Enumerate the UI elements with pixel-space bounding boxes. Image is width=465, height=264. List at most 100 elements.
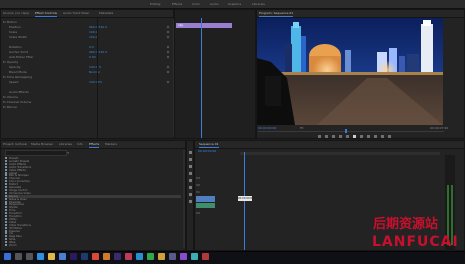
timeline-track[interactable]: V2 (196, 182, 444, 189)
audio-clip[interactable] (196, 203, 215, 208)
folder-icon[interactable] (158, 253, 165, 260)
task-view-icon[interactable] (26, 253, 33, 260)
tab-markers[interactable]: Markers (105, 141, 117, 148)
workspace-tab-audio[interactable]: Audio (210, 1, 219, 7)
tab-effect-controls[interactable]: Effect Controls (35, 10, 57, 17)
export-frame-icon[interactable] (388, 135, 391, 138)
effect-property-row[interactable]: Scale 100.0 (3, 30, 173, 34)
effect-property-row[interactable]: Position 960.0 540.0 (3, 25, 173, 29)
effect-property-value[interactable]: 100.0 % (89, 65, 101, 69)
effects-search-input[interactable] (5, 150, 67, 156)
step-forward-icon[interactable] (360, 135, 363, 138)
tab-source[interactable]: Source: (no clips) (3, 10, 29, 17)
effect-property-row[interactable]: Blend Mode Normal (3, 70, 173, 74)
slip-tool-icon[interactable] (189, 179, 192, 182)
effect-property-row[interactable]: Rotation 0.0 (3, 45, 173, 49)
keyframe-toggle-icon[interactable] (166, 70, 170, 74)
effect-property-value[interactable]: 960.0 540.0 (89, 50, 107, 54)
program-scrub-bar[interactable] (258, 131, 444, 132)
program-fit-dropdown[interactable]: Fit (300, 126, 304, 130)
pen-tool-icon[interactable] (189, 186, 192, 189)
tab-project[interactable]: Project: lanfucai (3, 141, 27, 148)
wechat-icon[interactable] (147, 253, 154, 260)
premiere-icon[interactable] (70, 253, 77, 260)
extract-icon[interactable] (381, 135, 384, 138)
keyframe-toggle-icon[interactable] (166, 65, 170, 69)
keyframe-toggle-icon[interactable] (166, 45, 170, 49)
effect-property-row[interactable] (3, 40, 173, 44)
effect-property-row[interactable]: Audio Effects (3, 90, 173, 94)
type-tool-icon[interactable] (189, 200, 192, 203)
timeline-track[interactable]: V3 (196, 175, 444, 182)
effect-property-row[interactable]: fx Channel Volume (3, 100, 173, 104)
effect-property-row[interactable]: fx Panner (3, 105, 173, 109)
timeline-track[interactable]: A3 (196, 210, 444, 217)
lift-icon[interactable] (374, 135, 377, 138)
track-label[interactable]: V1 (196, 189, 200, 196)
tab-metadata[interactable]: Metadata (99, 10, 113, 17)
keyframe-toggle-icon[interactable] (166, 80, 170, 84)
track-label[interactable]: A3 (196, 210, 200, 217)
timeline-track[interactable]: A1 (196, 196, 444, 203)
effect-property-value[interactable]: 960.0 540.0 (89, 25, 107, 29)
store-icon[interactable] (59, 253, 66, 260)
effects-tree-item[interactable]: Zoom (5, 244, 181, 247)
tool-icon[interactable] (169, 253, 176, 260)
program-monitor-title[interactable]: Program: Sequence 01 (259, 10, 294, 17)
effect-property-row[interactable]: Opacity 100.0 % (3, 65, 173, 69)
effect-property-row[interactable]: Scale Width 100.0 (3, 35, 173, 39)
keyframe-toggle-icon[interactable] (166, 25, 170, 29)
photoshop-icon[interactable] (81, 253, 88, 260)
effect-property-row[interactable]: fx Time Remapping (3, 75, 173, 79)
tab-info[interactable]: Info (77, 141, 83, 148)
ec-playhead[interactable] (201, 18, 202, 138)
tab-libraries[interactable]: Libraries (59, 141, 72, 148)
chrome-icon[interactable] (92, 253, 99, 260)
mark-in-icon[interactable] (325, 135, 328, 138)
track-label[interactable]: V2 (196, 182, 200, 189)
track-select-tool-icon[interactable] (189, 158, 192, 161)
timeline-track[interactable]: A2 (196, 203, 444, 210)
keyframe-toggle-icon[interactable] (166, 50, 170, 54)
qq-icon[interactable] (136, 253, 143, 260)
tab-sequence-01[interactable]: Sequence 01 (199, 141, 219, 148)
tab-audio-mixer[interactable]: Audio Track Mixer (63, 10, 89, 17)
app-icon[interactable] (180, 253, 187, 260)
workspace-tab-effects[interactable]: Effects (172, 1, 182, 7)
step-back-icon[interactable] (346, 135, 349, 138)
timeline-timecode[interactable]: 00:00:00:00 (198, 149, 216, 154)
program-playhead[interactable] (345, 129, 347, 133)
keyframe-toggle-icon[interactable] (166, 35, 170, 39)
effect-property-value[interactable]: 100.00% (89, 80, 102, 84)
start-icon[interactable] (4, 253, 11, 260)
explorer-icon[interactable] (48, 253, 55, 260)
workspace-tab-editing[interactable]: Editing (150, 1, 160, 7)
effect-property-value[interactable]: Normal (89, 70, 100, 74)
track-label[interactable]: V3 (196, 175, 200, 182)
search-icon[interactable] (15, 253, 22, 260)
workspace-tab-graphics[interactable]: Graphics (228, 1, 241, 7)
effect-property-row[interactable] (3, 85, 173, 89)
effect-property-row[interactable]: Anti-flicker Filter 0.00 (3, 55, 173, 59)
ae-icon[interactable] (114, 253, 121, 260)
tab-media-browser[interactable]: Media Browser (31, 141, 53, 148)
effect-property-row[interactable]: fx Opacity (3, 60, 173, 64)
timeline-ruler[interactable] (240, 152, 440, 155)
video-clip[interactable] (196, 196, 215, 202)
effect-property-value[interactable]: 0.0 (89, 45, 94, 49)
app-icon[interactable] (202, 253, 209, 260)
keyframe-toggle-icon[interactable] (166, 55, 170, 59)
timeline-track[interactable]: V1 (196, 189, 444, 196)
effect-property-row[interactable]: Anchor Point 960.0 540.0 (3, 50, 173, 54)
app-icon[interactable] (191, 253, 198, 260)
go-to-out-icon[interactable] (367, 135, 370, 138)
tab-effects[interactable]: Effects (89, 141, 100, 148)
project-scrollbar[interactable] (183, 150, 185, 248)
razor-tool-icon[interactable] (189, 172, 192, 175)
program-timecode[interactable]: 00:00:00:00 (258, 126, 276, 130)
play-icon[interactable] (353, 135, 356, 138)
music-icon[interactable] (125, 253, 132, 260)
selection-tool-icon[interactable] (189, 151, 192, 154)
keyframe-toggle-icon[interactable] (166, 30, 170, 34)
ripple-edit-tool-icon[interactable] (189, 165, 192, 168)
